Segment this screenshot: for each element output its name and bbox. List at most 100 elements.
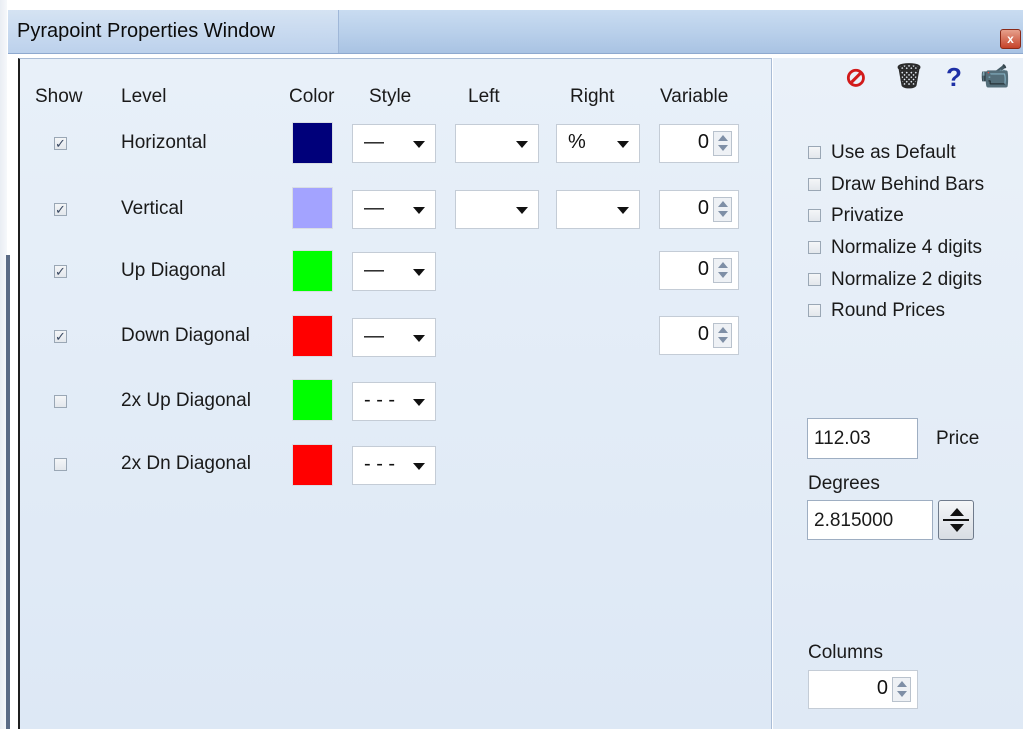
degrees-value: 2.815000: [814, 510, 894, 531]
level-label-down-diagonal: Down Diagonal: [121, 325, 250, 346]
option-privatize[interactable]: Privatize: [808, 205, 904, 227]
option-use-as-default[interactable]: Use as Default: [808, 142, 956, 164]
variable-spinner-up-diagonal[interactable]: 0: [659, 251, 739, 290]
columns-label: Columns: [808, 642, 883, 663]
spinner-buttons[interactable]: [892, 677, 911, 702]
dropdown-arrow-icon: [413, 269, 425, 276]
level-label-up-diagonal: Up Diagonal: [121, 260, 226, 281]
spinner-buttons[interactable]: [713, 258, 732, 283]
dropdown-arrow-icon: [413, 399, 425, 406]
level-label-2x-up-diagonal: 2x Up Diagonal: [121, 390, 251, 411]
spin-down-icon: [718, 272, 728, 278]
dropdown-arrow-icon: [516, 207, 528, 214]
color-swatch-down-diagonal[interactable]: [292, 315, 333, 357]
right-select-vertical[interactable]: [556, 190, 640, 229]
show-checkbox-up-diagonal[interactable]: ✓: [54, 265, 67, 278]
variable-spinner-down-diagonal[interactable]: 0: [659, 316, 739, 355]
spin-up-icon: [897, 681, 907, 687]
show-checkbox-down-diagonal[interactable]: ✓: [54, 330, 67, 343]
color-swatch-up-diagonal[interactable]: [292, 250, 333, 292]
spinner-buttons[interactable]: [713, 197, 732, 222]
option-label: Draw Behind Bars: [831, 174, 985, 195]
camera-icon[interactable]: 📹: [980, 62, 1010, 91]
price-input[interactable]: 112.03: [807, 418, 918, 459]
spinner-buttons[interactable]: [713, 323, 732, 348]
close-button[interactable]: x: [1000, 29, 1021, 49]
spinner-divider: [943, 519, 969, 521]
header-show: Show: [35, 86, 83, 107]
style-select-vertical[interactable]: —: [352, 190, 436, 229]
option-checkbox[interactable]: [808, 146, 821, 160]
style-select-2x-dn-diagonal[interactable]: - - -: [352, 446, 436, 485]
option-round-prices[interactable]: Round Prices: [808, 300, 945, 322]
variable-spinner-horizontal[interactable]: 0: [659, 124, 739, 163]
variable-value: 0: [697, 258, 709, 280]
show-checkbox-2x-up-diagonal[interactable]: [54, 395, 67, 408]
question-icon[interactable]: ?: [946, 62, 962, 93]
spin-down-icon: [897, 691, 907, 697]
option-checkbox[interactable]: [808, 241, 821, 255]
left-select-vertical[interactable]: [455, 190, 539, 229]
variable-value: 0: [697, 197, 709, 219]
variable-spinner-vertical[interactable]: 0: [659, 190, 739, 229]
style-value: —: [364, 197, 384, 219]
left-select-horizontal[interactable]: [455, 124, 539, 163]
option-draw-behind-bars[interactable]: Draw Behind Bars: [808, 174, 984, 196]
spin-up-icon: [718, 327, 728, 333]
color-swatch-horizontal[interactable]: [292, 122, 333, 164]
header-variable: Variable: [660, 86, 729, 107]
trash-icon[interactable]: 🗑: [894, 62, 924, 91]
spin-down-icon: [718, 211, 728, 217]
header-left: Left: [468, 86, 500, 107]
color-swatch-vertical[interactable]: [292, 187, 333, 229]
option-label: Normalize 2 digits: [831, 269, 982, 290]
spin-down-icon: [718, 337, 728, 343]
variable-value: 0: [697, 323, 709, 345]
style-select-2x-up-diagonal[interactable]: - - -: [352, 382, 436, 421]
price-label: Price: [936, 428, 980, 449]
header-right: Right: [570, 86, 615, 107]
spin-up-icon: [718, 201, 728, 207]
window-frame-shadow: [6, 255, 10, 729]
show-checkbox-vertical[interactable]: ✓: [54, 203, 67, 216]
show-checkbox-horizontal[interactable]: ✓: [54, 137, 67, 150]
style-value: —: [364, 131, 384, 153]
spin-up-icon: [718, 262, 728, 268]
spin-down-icon: [718, 145, 728, 151]
degrees-input[interactable]: 2.815000: [807, 500, 933, 540]
spinner-buttons[interactable]: [713, 131, 732, 156]
style-select-horizontal[interactable]: —: [352, 124, 436, 163]
dropdown-arrow-icon: [413, 335, 425, 342]
option-label: Round Prices: [831, 300, 946, 321]
dropdown-arrow-icon: [617, 207, 629, 214]
dropdown-arrow-icon: [413, 207, 425, 214]
header-level: Level: [121, 86, 167, 107]
close-icon: x: [1007, 32, 1014, 46]
option-checkbox[interactable]: [808, 178, 821, 192]
spin-up-icon: [950, 508, 964, 516]
columns-value: 0: [876, 677, 888, 699]
level-label-horizontal: Horizontal: [121, 132, 207, 153]
right-select-horizontal[interactable]: %: [556, 124, 640, 163]
style-select-up-diagonal[interactable]: —: [352, 252, 436, 291]
color-swatch-2x-dn-diagonal[interactable]: [292, 444, 333, 486]
degrees-spinner[interactable]: [938, 500, 974, 540]
style-value: —: [364, 325, 384, 347]
variable-value: 0: [697, 131, 709, 153]
dropdown-arrow-icon: [413, 463, 425, 470]
level-label-vertical: Vertical: [121, 198, 184, 219]
window-title: Pyrapoint Properties Window: [17, 20, 275, 42]
color-swatch-2x-up-diagonal[interactable]: [292, 379, 333, 421]
show-checkbox-2x-dn-diagonal[interactable]: [54, 458, 67, 471]
level-label-2x-dn-diagonal: 2x Dn Diagonal: [121, 453, 251, 474]
option-checkbox[interactable]: [808, 209, 821, 223]
option-normalize-4-digits[interactable]: Normalize 4 digits: [808, 237, 982, 259]
columns-spinner[interactable]: 0: [808, 670, 918, 709]
no-entry-icon[interactable]: ⊘: [845, 62, 867, 93]
style-select-down-diagonal[interactable]: —: [352, 318, 436, 357]
option-checkbox[interactable]: [808, 304, 821, 318]
option-checkbox[interactable]: [808, 273, 821, 287]
option-normalize-2-digits[interactable]: Normalize 2 digits: [808, 269, 982, 291]
title-bar[interactable]: Pyrapoint Properties Window x: [8, 10, 1023, 54]
style-value: - - -: [364, 389, 396, 411]
